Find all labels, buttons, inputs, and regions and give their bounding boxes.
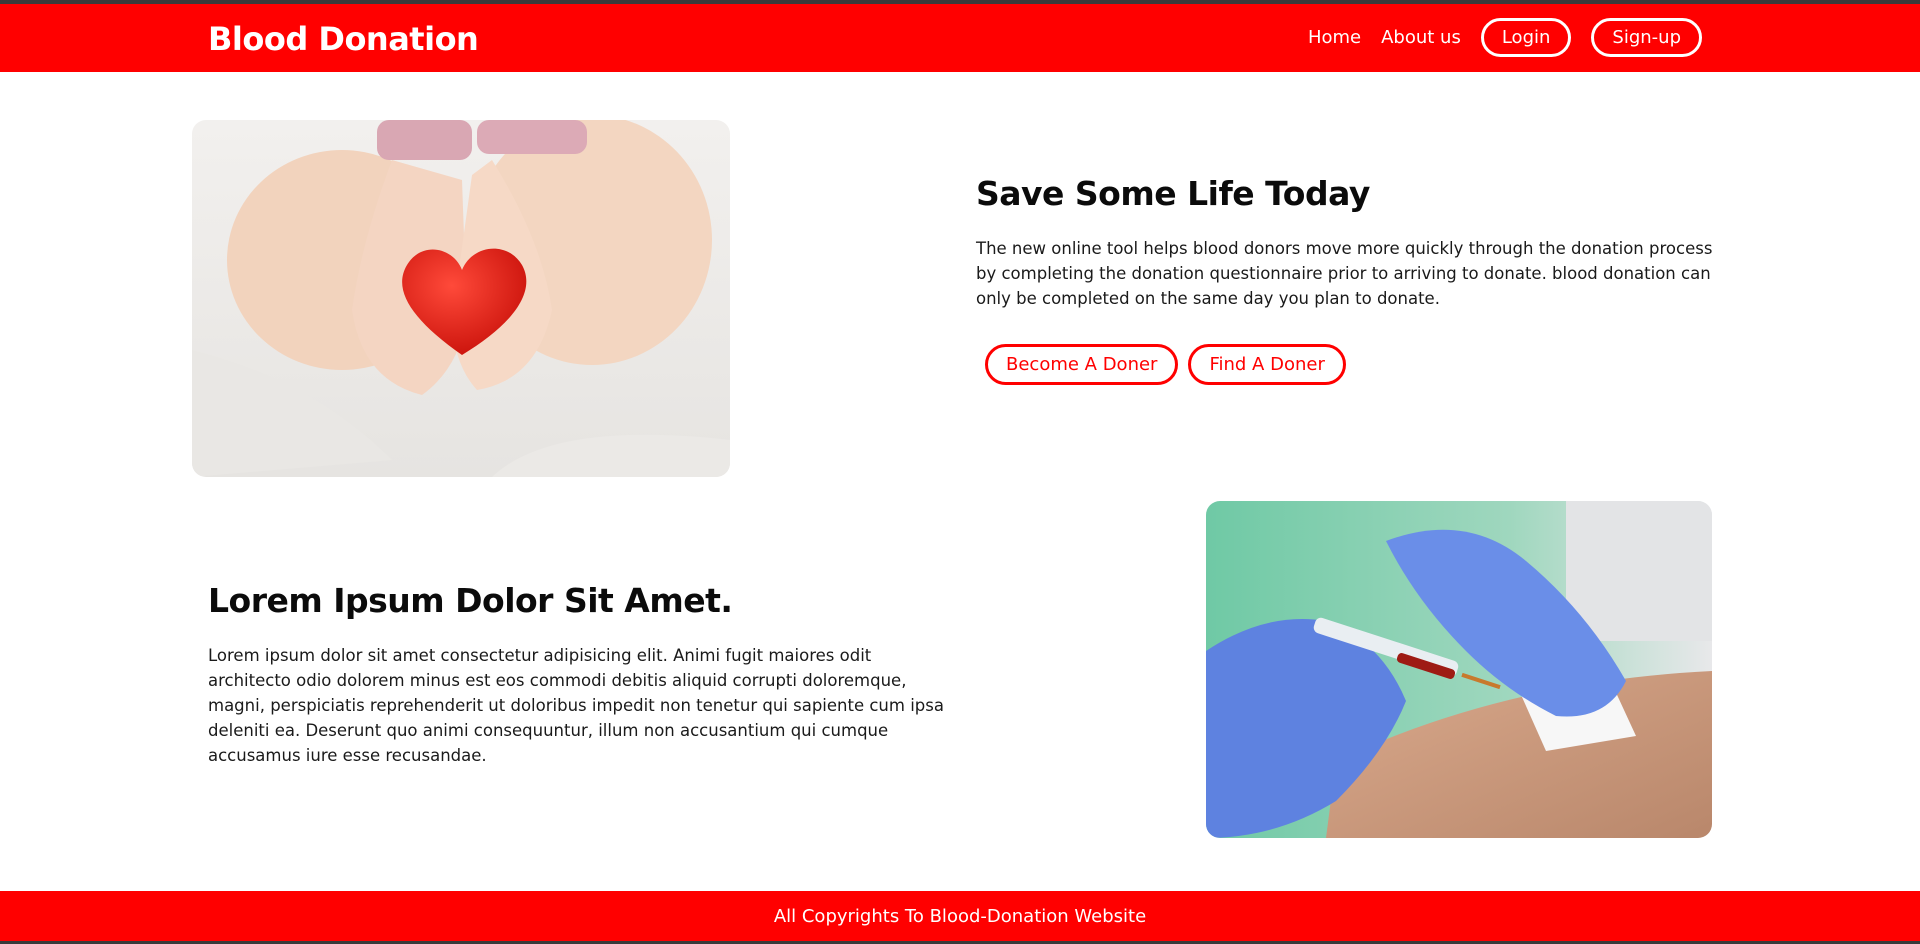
hero-actions: Become A Doner Find A Doner bbox=[985, 344, 1346, 385]
blood-draw-illustration bbox=[1206, 501, 1712, 838]
nav-about-link[interactable]: About us bbox=[1381, 27, 1461, 48]
become-doner-button[interactable]: Become A Doner bbox=[985, 344, 1179, 385]
find-doner-button[interactable]: Find A Doner bbox=[1188, 344, 1346, 385]
nav-home-link[interactable]: Home bbox=[1308, 27, 1361, 48]
footer: All Copyrights To Blood-Donation Website bbox=[0, 891, 1920, 941]
info-description: Lorem ipsum dolor sit amet consectetur a… bbox=[208, 646, 944, 765]
hands-heart-illustration bbox=[192, 120, 730, 477]
brand-logo[interactable]: Blood Donation bbox=[208, 20, 479, 58]
hands-heart-image bbox=[192, 120, 730, 477]
navbar: Blood Donation Home About us Login Sign-… bbox=[0, 4, 1920, 72]
nav-links: Home About us Login Sign-up bbox=[1308, 18, 1702, 57]
login-button[interactable]: Login bbox=[1480, 18, 1572, 57]
blood-draw-image bbox=[1206, 501, 1712, 838]
info-title: Lorem Ipsum Dolor Sit Amet. bbox=[208, 581, 733, 620]
hero-description: The new online tool helps blood donors m… bbox=[976, 239, 1713, 308]
footer-copyright: All Copyrights To Blood-Donation Website bbox=[773, 905, 1147, 927]
signup-button[interactable]: Sign-up bbox=[1591, 18, 1702, 57]
hero-title: Save Some Life Today bbox=[976, 174, 1370, 213]
